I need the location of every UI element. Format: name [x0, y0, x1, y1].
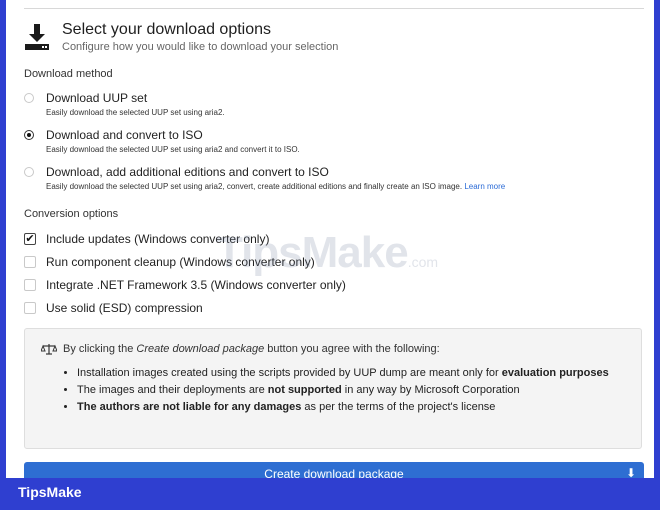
item-strong: The authors are not liable for any damag… [77, 401, 302, 413]
option-description-text: Easily download the selected UUP set usi… [46, 182, 463, 191]
item-text: in any way by Microsoft Corporation [341, 384, 520, 396]
notice-pre: By clicking the [63, 343, 134, 355]
checkbox-box[interactable] [24, 302, 36, 314]
radio-additional-editions[interactable] [24, 167, 34, 177]
option-description: Easily download the selected UUP set usi… [46, 182, 505, 191]
list-item: The authors are not liable for any damag… [77, 399, 617, 416]
item-text: Installation images created using the sc… [77, 367, 502, 379]
page-subtitle: Configure how you would like to download… [62, 41, 339, 53]
notice-list: Installation images created using the sc… [41, 365, 617, 416]
radio-download-convert-iso[interactable] [24, 130, 34, 140]
divider [24, 8, 644, 9]
checkbox-integrate-netfx[interactable]: Integrate .NET Framework 3.5 (Windows co… [24, 278, 346, 292]
scale-icon [41, 344, 57, 355]
checkbox-solid-esd[interactable]: Use solid (ESD) compression [24, 301, 203, 315]
page-title: Select your download options [62, 21, 272, 38]
checkbox-box[interactable] [24, 279, 36, 291]
option-description: Easily download the selected UUP set usi… [46, 145, 300, 154]
item-strong: evaluation purposes [501, 367, 609, 379]
option-additional-editions[interactable]: Download, add additional editions and co… [24, 165, 505, 191]
watermark-suffix: .com [407, 254, 439, 270]
item-text: The images and their deployments are [77, 384, 268, 396]
watermark-main: TipsMake [216, 228, 409, 277]
item-strong: not supported [267, 384, 342, 396]
option-label: Integrate .NET Framework 3.5 (Windows co… [46, 278, 346, 292]
button-label: Create download package [264, 467, 404, 478]
checkbox-box[interactable] [24, 256, 36, 268]
radio-download-uup-set[interactable] [24, 93, 34, 103]
learn-more-link[interactable]: Learn more [464, 182, 505, 191]
conversion-options-label: Conversion options [24, 208, 119, 220]
list-item: The images and their deployments are not… [77, 382, 617, 399]
watermark: TipsMake.com [216, 228, 438, 278]
option-label: Download, add additional editions and co… [46, 165, 329, 179]
option-download-uup-set[interactable]: Download UUP set Easily download the sel… [24, 91, 225, 117]
option-label: Download UUP set [46, 91, 148, 105]
download-icon [25, 24, 49, 50]
download-options-panel: Select your download options Configure h… [6, 0, 654, 478]
download-icon: ⬇ [625, 466, 636, 478]
download-method-label: Download method [24, 68, 113, 80]
list-item: Installation images created using the sc… [77, 365, 617, 382]
item-text: as per the terms of the project's licens… [301, 401, 496, 413]
notice-post: button you agree with the following: [267, 343, 440, 355]
option-description: Easily download the selected UUP set usi… [46, 108, 225, 117]
agreement-notice: By clicking the Create download package … [24, 328, 642, 449]
notice-em: Create download package [136, 343, 265, 355]
option-download-convert-iso[interactable]: Download and convert to ISO Easily downl… [24, 128, 300, 154]
option-label: Use solid (ESD) compression [46, 301, 203, 315]
checkmark-icon[interactable]: ✔ [24, 233, 36, 245]
option-label: Download and convert to ISO [46, 128, 203, 142]
header: Select your download options Configure h… [24, 20, 338, 53]
create-download-package-button[interactable]: Create download package ⬇ [24, 462, 644, 478]
brand-logo-text: TipsMake [18, 484, 82, 500]
notice-heading: By clicking the Create download package … [41, 343, 440, 355]
